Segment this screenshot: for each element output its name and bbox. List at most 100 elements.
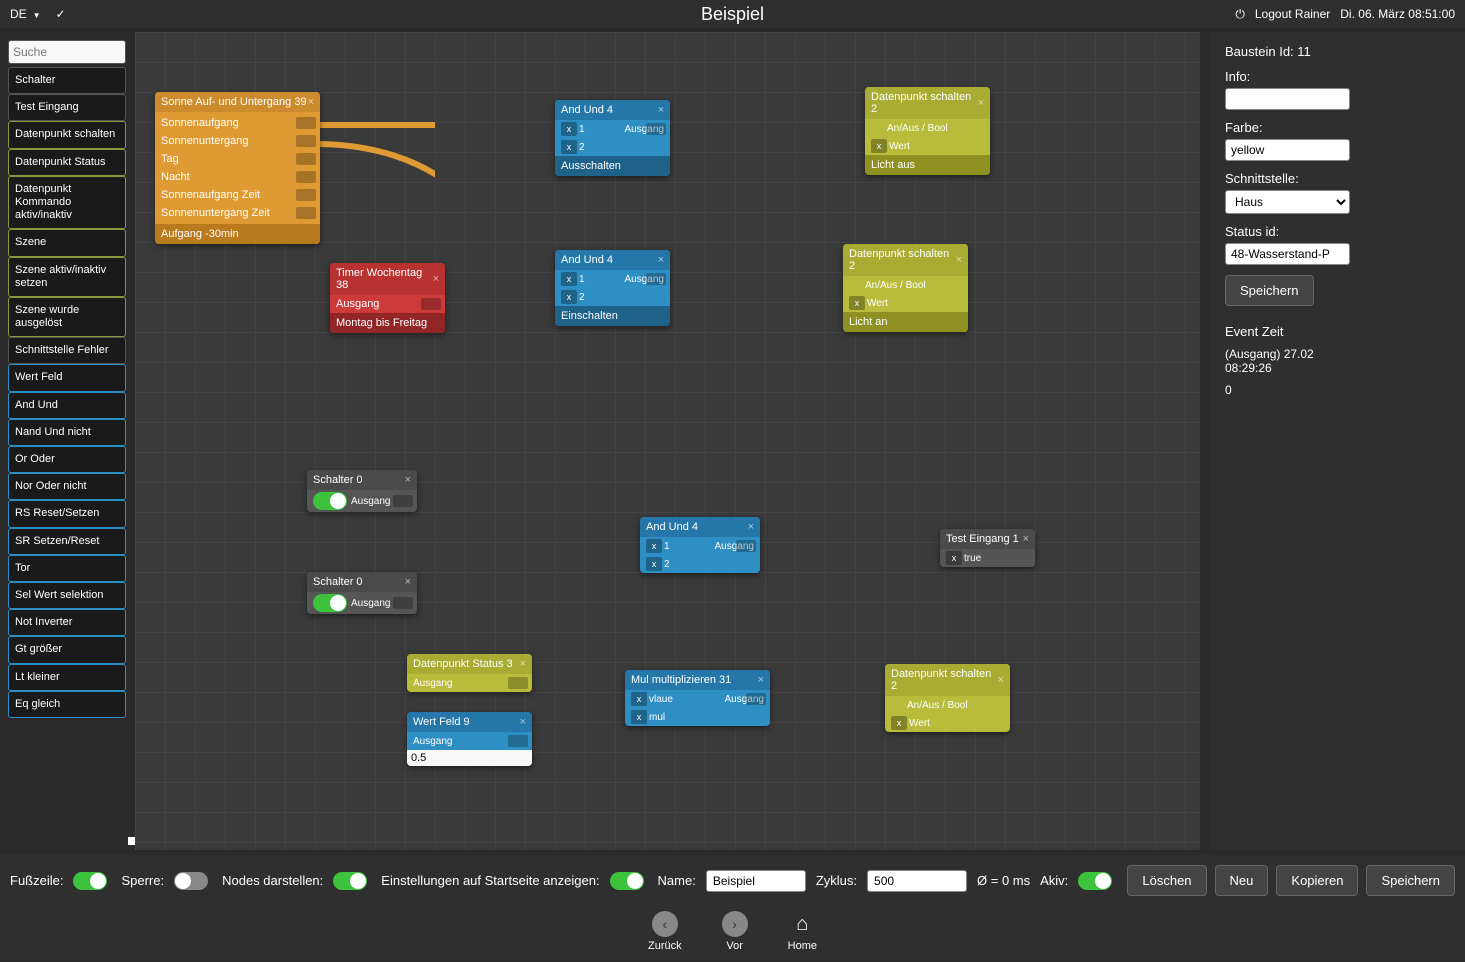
node-dp-3[interactable]: Datenpunkt schalten 2× An/Aus / Bool xWe… xyxy=(885,664,1010,732)
output-port[interactable] xyxy=(421,298,441,310)
close-icon[interactable]: × xyxy=(978,97,984,109)
port-x[interactable]: x xyxy=(891,716,907,730)
block-item[interactable]: Schnittstelle Fehler xyxy=(8,337,126,364)
block-item[interactable]: Szene wurde ausgelöst xyxy=(8,297,126,337)
block-item[interactable]: Eq gleich xyxy=(8,691,126,718)
block-item[interactable]: Szene xyxy=(8,229,126,256)
zyklus-input[interactable] xyxy=(867,870,967,892)
close-icon[interactable]: × xyxy=(520,658,526,670)
toggle-switch[interactable] xyxy=(313,492,347,510)
output-port[interactable] xyxy=(736,540,756,552)
node-and-3[interactable]: And Und 4× x1Ausgang x2 xyxy=(640,517,760,573)
save-button[interactable]: Speichern xyxy=(1366,865,1455,896)
close-icon[interactable]: × xyxy=(1023,533,1029,545)
delete-button[interactable]: Löschen xyxy=(1127,865,1206,896)
toggle-switch[interactable] xyxy=(313,594,347,612)
node-dp-1[interactable]: Datenpunkt schalten 2× An/Aus / Bool xWe… xyxy=(865,87,990,175)
node-and-2[interactable]: And Und 4× x1Ausgang x2 Einschalten xyxy=(555,250,670,326)
block-item[interactable]: Lt kleiner xyxy=(8,664,126,691)
close-icon[interactable]: × xyxy=(405,576,411,588)
block-item[interactable]: Sel Wert selektion xyxy=(8,582,126,609)
close-icon[interactable]: × xyxy=(956,254,962,266)
output-port[interactable] xyxy=(296,153,316,165)
block-item[interactable]: RS Reset/Setzen xyxy=(8,500,126,527)
close-icon[interactable]: × xyxy=(405,474,411,486)
farbe-input[interactable] xyxy=(1225,139,1350,161)
close-icon[interactable]: × xyxy=(758,674,764,686)
output-port[interactable] xyxy=(296,207,316,219)
node-dpstatus[interactable]: Datenpunkt Status 3× Ausgang xyxy=(407,654,532,692)
node-sun[interactable]: Sonne Auf- und Untergang 39× Sonnenaufga… xyxy=(155,92,320,244)
port-x[interactable]: x xyxy=(561,140,577,154)
block-item[interactable]: Test Eingang xyxy=(8,94,126,121)
check-icon[interactable]: ✓ xyxy=(56,7,66,21)
block-item[interactable]: SR Setzen/Reset xyxy=(8,528,126,555)
power-icon[interactable]: ⏻ xyxy=(1235,7,1245,22)
block-item[interactable]: Not Inverter xyxy=(8,609,126,636)
block-item[interactable]: Datenpunkt Status xyxy=(8,149,126,176)
name-input[interactable] xyxy=(706,870,806,892)
output-port[interactable] xyxy=(296,135,316,147)
logout-link[interactable]: Logout Rainer xyxy=(1255,7,1330,21)
port-x[interactable]: x xyxy=(561,122,577,136)
output-port[interactable] xyxy=(646,123,666,135)
output-port[interactable] xyxy=(508,677,528,689)
node-dp-2[interactable]: Datenpunkt schalten 2× An/Aus / Bool xWe… xyxy=(843,244,968,332)
block-item[interactable]: Gt größer xyxy=(8,636,126,663)
close-icon[interactable]: × xyxy=(308,96,314,108)
node-wert[interactable]: Wert Feld 9× Ausgang xyxy=(407,712,532,766)
port-x[interactable]: x xyxy=(849,296,865,310)
close-icon[interactable]: × xyxy=(658,254,664,266)
output-port[interactable] xyxy=(646,273,666,285)
akiv-toggle[interactable] xyxy=(1078,872,1112,890)
block-item[interactable]: Datenpunkt Kommando aktiv/inaktiv xyxy=(8,176,126,230)
output-port[interactable] xyxy=(296,171,316,183)
block-item[interactable]: Datenpunkt schalten xyxy=(8,121,126,148)
port-x[interactable]: x xyxy=(646,539,662,553)
new-button[interactable]: Neu xyxy=(1215,865,1269,896)
value-input[interactable] xyxy=(407,750,532,766)
status-input[interactable] xyxy=(1225,243,1350,265)
save-button[interactable]: Speichern xyxy=(1225,275,1314,306)
output-port[interactable] xyxy=(296,189,316,201)
node-mul[interactable]: Mul multiplizieren 31× xvlaueAusgang xmu… xyxy=(625,670,770,726)
port-x[interactable]: x xyxy=(871,139,887,153)
block-item[interactable]: Wert Feld xyxy=(8,364,126,391)
nav-home[interactable]: ⌂Home xyxy=(788,911,817,952)
node-switch-1[interactable]: Schalter 0× Ausgang xyxy=(307,470,417,512)
node-timer[interactable]: Timer Wochentag 38× Ausgang Montag bis F… xyxy=(330,263,445,333)
info-input[interactable] xyxy=(1225,88,1350,110)
node-switch-2[interactable]: Schalter 0× Ausgang xyxy=(307,572,417,614)
output-port[interactable] xyxy=(296,117,316,129)
nav-forward[interactable]: ›Vor xyxy=(722,911,748,952)
close-icon[interactable]: × xyxy=(520,716,526,728)
port-x[interactable]: x xyxy=(646,557,662,571)
search-input[interactable] xyxy=(8,40,126,64)
block-item[interactable]: Or Oder xyxy=(8,446,126,473)
port-x[interactable]: x xyxy=(561,272,577,286)
fusszeile-toggle[interactable] xyxy=(73,872,107,890)
nav-back[interactable]: ‹Zurück xyxy=(648,911,682,952)
close-icon[interactable]: × xyxy=(748,521,754,533)
port-x[interactable]: x xyxy=(631,710,647,724)
block-item[interactable]: Schalter xyxy=(8,67,126,94)
nodes-toggle[interactable] xyxy=(333,872,367,890)
port-x[interactable]: x xyxy=(561,290,577,304)
node-test[interactable]: Test Eingang 1× xtrue xyxy=(940,529,1035,567)
close-icon[interactable]: × xyxy=(658,104,664,116)
node-and-1[interactable]: And Und 4× x1Ausgang x2 Ausschalten xyxy=(555,100,670,176)
close-icon[interactable]: × xyxy=(433,273,439,285)
close-icon[interactable]: × xyxy=(998,674,1004,686)
block-item[interactable]: Nand Und nicht xyxy=(8,419,126,446)
output-port[interactable] xyxy=(746,693,766,705)
output-port[interactable] xyxy=(508,735,528,747)
copy-button[interactable]: Kopieren xyxy=(1276,865,1358,896)
port-x[interactable]: x xyxy=(631,692,647,706)
block-item[interactable]: And Und xyxy=(8,392,126,419)
output-port[interactable] xyxy=(393,495,413,507)
canvas[interactable]: Sonne Auf- und Untergang 39× Sonnenaufga… xyxy=(135,32,1200,850)
block-item[interactable]: Szene aktiv/inaktiv setzen xyxy=(8,257,126,297)
einstellungen-toggle[interactable] xyxy=(610,872,644,890)
output-port[interactable] xyxy=(393,597,413,609)
schnittstelle-select[interactable]: Haus xyxy=(1225,190,1350,214)
